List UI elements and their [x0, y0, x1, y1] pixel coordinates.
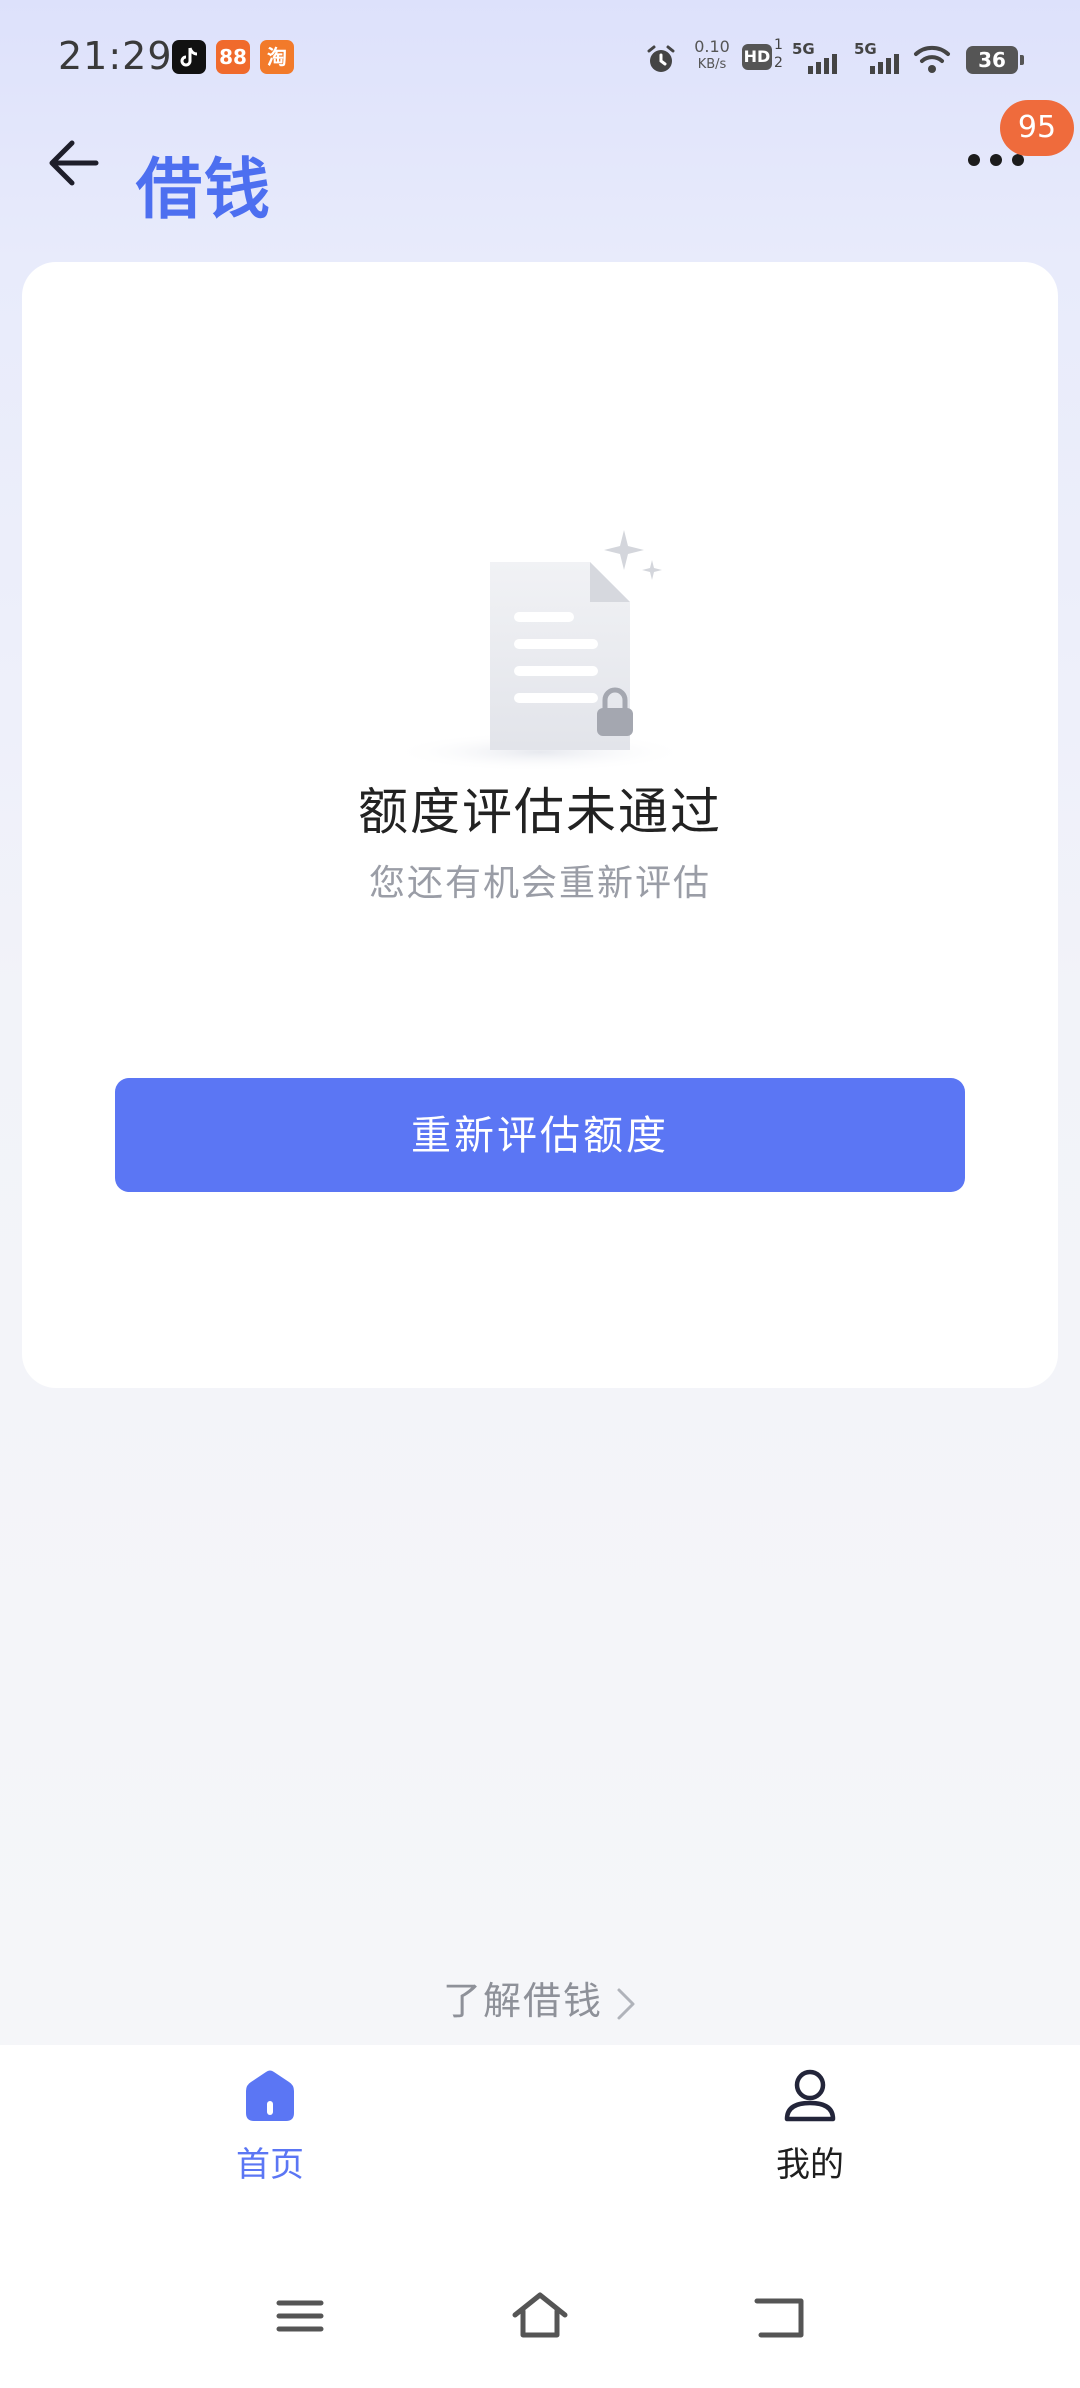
- page-title: 借钱: [136, 151, 272, 228]
- wifi-icon: [914, 45, 950, 73]
- hd-sub-top: 1: [774, 37, 783, 53]
- taobao-icon: 淘: [260, 40, 294, 74]
- signal-icon-sim1: 5G: [792, 40, 840, 76]
- more-dot-icon: [990, 154, 1002, 166]
- more-dot-icon: [1012, 154, 1024, 166]
- learn-more-link[interactable]: 了解借钱: [0, 1970, 1080, 2025]
- return-icon: [754, 2298, 804, 2338]
- notification-badge[interactable]: 95: [1000, 100, 1074, 156]
- reevaluate-button[interactable]: 重新评估额度: [115, 1078, 965, 1192]
- hd-sim-indicator: 1 2: [774, 36, 783, 72]
- back-button[interactable]: [40, 128, 110, 198]
- status-time: 21:29: [58, 34, 173, 78]
- user-icon: [784, 2069, 836, 2122]
- status-bar: 21:29 88 淘 0.10 KB/s HD 1 2 5G 5G 36: [0, 0, 1080, 110]
- tab-mine[interactable]: 我的: [730, 2065, 890, 2225]
- hd-sub-bottom: 2: [774, 55, 783, 71]
- app-88-icon: 88: [216, 40, 250, 74]
- locked-document-icon: [400, 530, 680, 772]
- status-subtitle: 您还有机会重新评估: [368, 863, 711, 904]
- home-outline-icon: [512, 2292, 568, 2338]
- signal-icon-sim2: 5G: [854, 40, 902, 76]
- bottom-tab-bar: 首页 我的: [0, 2045, 1080, 2255]
- learn-more-label: 了解借钱: [442, 1979, 603, 2023]
- chevron-right-icon: [617, 1988, 635, 2019]
- speed-value: 0.10: [694, 37, 730, 56]
- battery-icon: 36: [966, 46, 1024, 74]
- recent-apps-button[interactable]: [265, 2281, 335, 2351]
- network-speed: 0.10 KB/s: [690, 38, 734, 74]
- home-icon: [246, 2070, 294, 2121]
- status-card: 额度评估未通过 您还有机会重新评估 重新评估额度: [22, 262, 1058, 1388]
- system-navigation-bar: [0, 2255, 1080, 2388]
- tab-mine-label: 我的: [776, 2145, 844, 2185]
- alarm-icon: [647, 45, 675, 72]
- home-nav-button[interactable]: [505, 2281, 575, 2351]
- tab-home[interactable]: 首页: [190, 2065, 350, 2225]
- tab-home-label: 首页: [236, 2145, 304, 2185]
- status-title: 额度评估未通过: [358, 783, 722, 841]
- hd-icon: HD: [742, 44, 772, 70]
- arrow-left-icon: [49, 140, 99, 186]
- tiktok-icon: [172, 40, 206, 74]
- back-nav-button[interactable]: [745, 2281, 815, 2351]
- speed-unit: KB/s: [697, 57, 727, 72]
- menu-icon: [276, 2300, 324, 2332]
- more-dot-icon: [968, 154, 980, 166]
